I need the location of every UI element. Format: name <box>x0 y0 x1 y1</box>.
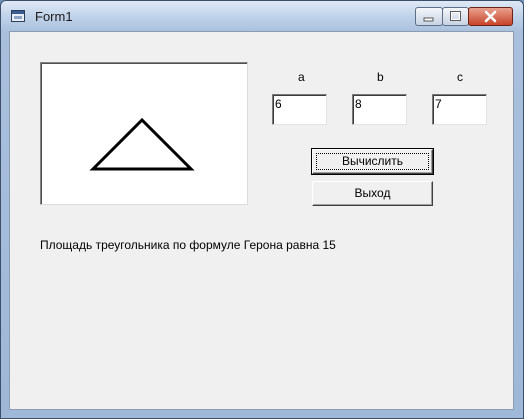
triangle-shape <box>89 117 195 171</box>
maximize-button[interactable] <box>442 7 469 26</box>
exit-button-label: Выход <box>354 186 391 200</box>
exit-button[interactable]: Выход <box>312 181 433 206</box>
title-bar[interactable]: Form1 <box>1 1 523 31</box>
label-b: b <box>377 70 384 84</box>
result-label: Площадь треугольника по формуле Герона р… <box>40 238 336 252</box>
input-a[interactable]: 6 <box>272 94 327 125</box>
maximize-icon <box>450 11 461 21</box>
close-icon <box>484 10 497 23</box>
calculate-button[interactable]: Вычислить <box>311 148 434 175</box>
form-client-area: a b c 6 8 7 Вычислить Выход Площадь треу… <box>9 31 514 410</box>
app-window: Form1 a b c 6 8 7 Вычислить Выход Площад… <box>0 0 524 419</box>
input-c[interactable]: 7 <box>432 94 487 125</box>
triangle-drawing <box>89 117 195 171</box>
label-c: c <box>457 70 463 84</box>
minimize-icon <box>423 17 434 22</box>
form-icon <box>11 10 25 22</box>
input-b[interactable]: 8 <box>352 94 407 125</box>
label-a: a <box>298 70 305 84</box>
close-button[interactable] <box>468 7 513 26</box>
window-title: Form1 <box>35 9 73 24</box>
minimize-button[interactable] <box>415 7 443 26</box>
triangle-picture-box <box>40 62 248 205</box>
focus-rectangle <box>316 153 429 170</box>
